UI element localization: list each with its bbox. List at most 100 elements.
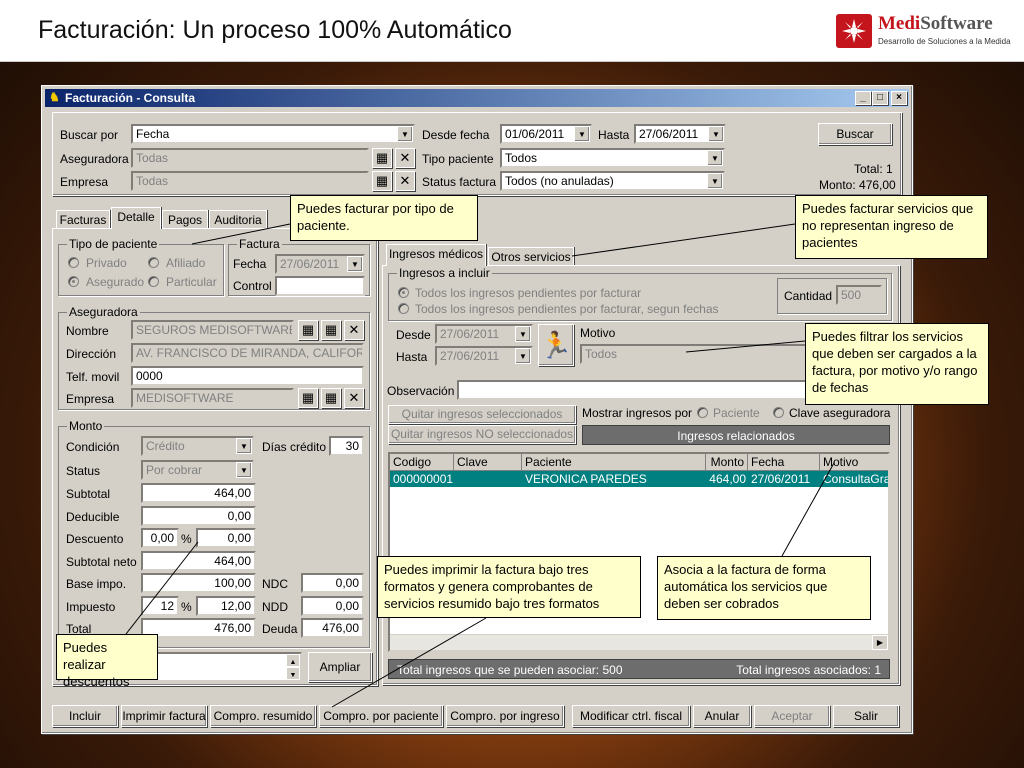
modificar-ctrl-fiscal-button[interactable]: Modificar ctrl. fiscal [572, 705, 690, 727]
desde-fecha-field[interactable]: 01/06/2011 ▼ [500, 124, 592, 144]
subtotal-neto-field: 464,00 [141, 551, 256, 571]
grid-lookup-icon[interactable]: ▦ [321, 388, 341, 408]
compro-resumido-button[interactable]: Compro. resumido [210, 705, 316, 727]
privado-radio[interactable] [68, 257, 79, 268]
buscar-por-select[interactable]: Fecha ▼ [131, 124, 415, 144]
aceptar-button[interactable]: Aceptar [754, 705, 830, 727]
salir-button[interactable]: Salir [833, 705, 899, 727]
hasta-fecha-field[interactable]: 27/06/2011 ▼ [634, 124, 726, 144]
clear-x-icon[interactable]: ✕ [395, 171, 415, 191]
quitar-no-seleccionados-button[interactable]: Quitar ingresos NO seleccionados [388, 425, 576, 444]
chevron-down-icon: ▼ [236, 438, 252, 454]
telf-movil-field[interactable]: 0000 [131, 366, 364, 386]
clear-x-icon[interactable]: ✕ [395, 148, 415, 168]
tab-ingresos-medicos[interactable]: Ingresos médicos [386, 244, 486, 266]
imprimir-factura-button[interactable]: Imprimir factura [121, 705, 207, 727]
tab-facturas[interactable]: Facturas [56, 210, 110, 229]
pendientes-fechas-radio[interactable] [398, 303, 409, 314]
factura-control-field[interactable] [275, 276, 365, 296]
minimize-button[interactable]: _ [855, 91, 871, 105]
compro-paciente-button[interactable]: Compro. por paciente [319, 705, 443, 727]
direccion-field: AV. FRANCISCO DE MIRANDA, CALIFORNI [131, 343, 364, 363]
table-row[interactable]: 000000001 VERONICA PAREDES 464,00 27/06/… [390, 471, 888, 487]
status-factura-select[interactable]: Todos (no anuladas) ▼ [500, 171, 725, 191]
chevron-down-icon: ▼ [397, 126, 413, 142]
scroll-right-icon[interactable]: ▶ [872, 635, 888, 650]
horizontal-scrollbar[interactable]: ▶ [390, 634, 888, 650]
deducible-field[interactable]: 0,00 [141, 506, 256, 526]
todos-pendientes-radio[interactable] [398, 287, 409, 298]
particular-label: Particular [166, 275, 217, 289]
quitar-seleccionados-button[interactable]: Quitar ingresos seleccionados [388, 405, 576, 424]
base-impo-field[interactable]: 100,00 [141, 573, 256, 593]
asegurado-radio[interactable] [68, 276, 79, 287]
telf-movil-label: Telf. movil [66, 370, 120, 384]
col-header-motivo[interactable]: Motivo [820, 454, 888, 471]
tab-otros-servicios[interactable]: Otros servicios [488, 247, 574, 266]
dias-credito-field[interactable]: 30 [329, 436, 364, 456]
col-header-monto[interactable]: Monto [706, 454, 748, 471]
clear-x-icon[interactable]: ✕ [344, 320, 364, 340]
chevron-down-icon: ▼ [236, 462, 252, 478]
tab-auditoria[interactable]: Auditoria [209, 210, 267, 229]
scroll-down-icon[interactable]: ▼ [286, 667, 300, 680]
impuesto-pct-field[interactable]: 12 [141, 596, 179, 616]
maximize-button[interactable]: □ [872, 91, 888, 105]
monto-status-select[interactable]: Por cobrar ▼ [141, 460, 254, 480]
descuento-field[interactable]: 0,00 [196, 528, 256, 548]
incluir-button[interactable]: Incluir [52, 705, 118, 727]
particular-radio[interactable] [148, 276, 159, 287]
ingresos-hasta-field[interactable]: 27/06/2011 ▼ [435, 346, 533, 366]
col-header-fecha[interactable]: Fecha [748, 454, 820, 471]
anular-button[interactable]: Anular [693, 705, 751, 727]
factura-control-label: Control [233, 279, 272, 293]
search-total-count: Total: 1 [854, 162, 893, 176]
ingresos-grid[interactable]: Codigo Clave Paciente Monto Fecha Motivo… [388, 452, 890, 652]
col-header-paciente[interactable]: Paciente [522, 454, 706, 471]
descuento-pct-field[interactable]: 0,00 [141, 528, 179, 548]
dias-credito-label: Días crédito [262, 440, 327, 454]
cell-fecha: 27/06/2011 [751, 472, 811, 486]
condicion-label: Condición [66, 440, 120, 454]
clear-x-icon[interactable]: ✕ [344, 388, 364, 408]
tab-pagos[interactable]: Pagos [162, 210, 208, 229]
col-header-clave[interactable]: Clave [454, 454, 522, 471]
ingresos-desde-field[interactable]: 27/06/2011 ▼ [435, 324, 533, 344]
mostrar-clave-radio[interactable] [773, 407, 784, 418]
grid-lookup-icon[interactable]: ▦ [298, 320, 318, 340]
mostrar-paciente-radio[interactable] [697, 407, 708, 418]
cantidad-label: Cantidad [784, 289, 833, 303]
factura-fecha-field[interactable]: 27/06/2011 ▼ [275, 254, 365, 274]
close-button[interactable]: × [891, 91, 907, 105]
tab-detalle[interactable]: Detalle [111, 207, 161, 229]
factura-fecha-label: Fecha [233, 257, 267, 271]
medisoftware-logo: MediSoftware Desarrollo de Soluciones a … [836, 12, 1016, 52]
callout-imprimir-formatos: Puedes imprimir la factura bajo tres for… [377, 556, 641, 618]
privado-label: Privado [86, 256, 127, 270]
cantidad-field[interactable]: 500 [836, 285, 882, 305]
grid-lookup-icon[interactable]: ▦ [372, 148, 392, 168]
condicion-select[interactable]: Crédito ▼ [141, 436, 254, 456]
tipo-paciente-select[interactable]: Todos ▼ [500, 148, 725, 168]
compro-ingreso-button[interactable]: Compro. por ingreso [446, 705, 564, 727]
afiliado-radio[interactable] [148, 257, 159, 268]
cell-codigo: 000000001 [393, 472, 453, 486]
ampliar-button[interactable]: Ampliar [308, 652, 372, 682]
deuda-label: Deuda [262, 622, 298, 636]
runner-filter-icon[interactable]: 🏃 [538, 324, 574, 366]
ndc-label: NDC [262, 577, 288, 591]
grid-lookup-icon[interactable]: ▦ [372, 171, 392, 191]
buscar-button[interactable]: Buscar [818, 123, 892, 145]
aseguradora-filter-field[interactable]: Todas [131, 148, 369, 168]
scroll-up-icon[interactable]: ▲ [286, 654, 300, 667]
ndc-field: 0,00 [301, 573, 364, 593]
grid-lookup-icon[interactable]: ▦ [298, 388, 318, 408]
col-header-codigo[interactable]: Codigo [390, 454, 454, 471]
nombre-label: Nombre [66, 324, 109, 338]
motivo-label: Motivo [580, 326, 616, 340]
descuento-pct-symbol: % [181, 532, 192, 546]
grid-lookup-icon[interactable]: ▦ [321, 320, 341, 340]
buscar-por-label: Buscar por [60, 128, 119, 142]
empresa-filter-field[interactable]: Todas [131, 171, 369, 191]
desde-fecha-label: Desde fecha [422, 128, 490, 142]
